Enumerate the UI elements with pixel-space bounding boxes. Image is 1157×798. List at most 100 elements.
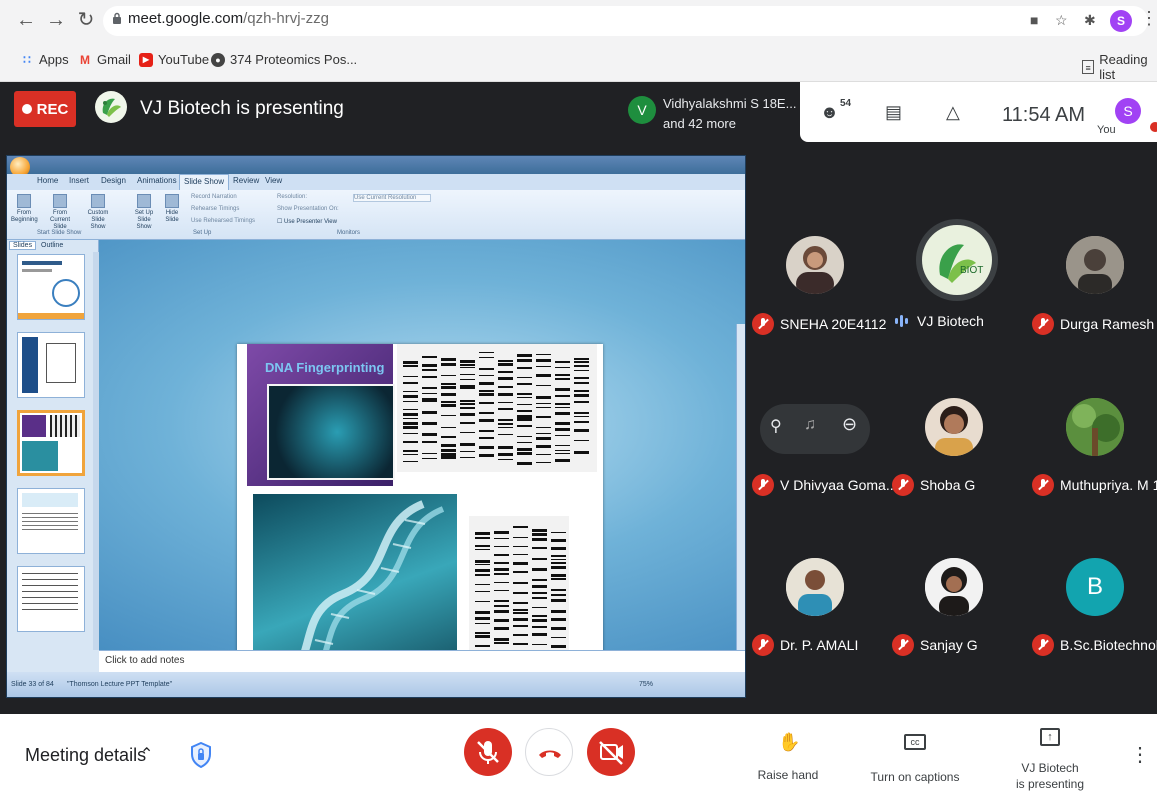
participant-count: 54 xyxy=(840,98,852,109)
host-controls-shield-icon[interactable] xyxy=(191,742,211,768)
bookmark-apps[interactable]: ∷ Apps xyxy=(20,52,68,67)
gel-band xyxy=(494,590,509,592)
gel-band xyxy=(494,568,509,572)
ppt-ribbon-tabs: Home Insert Design Animations Slide Show… xyxy=(7,174,745,190)
captions-label[interactable]: Turn on captions xyxy=(862,770,968,784)
gel-band xyxy=(517,418,532,422)
status-zoom: 75% xyxy=(639,681,654,688)
rb-rehearse: Rehearse Timings xyxy=(191,206,240,212)
gel-band xyxy=(551,593,566,596)
url-text[interactable]: meet.google.com/qzh-hrvj-zzg xyxy=(128,10,329,27)
reading-list-label: Reading list xyxy=(1099,52,1148,82)
gel-lane xyxy=(574,348,589,468)
camera-indicator-icon[interactable]: ■ xyxy=(1030,12,1038,28)
pin-icon[interactable]: ⚲ xyxy=(770,416,782,436)
gel-band xyxy=(475,536,490,539)
participant-tile-4[interactable]: V Dhivyaa Goma... xyxy=(752,474,898,496)
participant-tile-8[interactable]: Sanjay G xyxy=(892,634,978,656)
reading-list[interactable]: ≡ Reading list xyxy=(1082,52,1157,82)
chrome-menu-icon[interactable]: ⋮ xyxy=(1140,8,1157,29)
mute-participant-icon[interactable]: ♫ xyxy=(804,416,816,434)
gel-band xyxy=(441,386,456,390)
back-arrow-icon[interactable]: ← xyxy=(14,8,38,32)
gel-band xyxy=(517,396,532,398)
participant-tile-1[interactable]: SNEHA 20E4112 xyxy=(752,313,886,335)
presenter-logo xyxy=(95,91,127,123)
gel-band xyxy=(551,561,566,564)
activities-icon[interactable]: △ xyxy=(946,102,960,123)
gel-band xyxy=(475,631,490,634)
gel-lane xyxy=(517,348,532,468)
gel-band xyxy=(479,429,494,432)
profile-avatar[interactable]: S xyxy=(1110,10,1132,32)
gel-band xyxy=(532,626,547,629)
presenting-button[interactable]: VJ Biotech is presenting xyxy=(1008,760,1092,792)
gel-band xyxy=(403,412,418,416)
gel-band xyxy=(517,367,532,370)
gel-band xyxy=(441,435,456,438)
leave-call-button[interactable] xyxy=(525,728,573,776)
chat-icon[interactable]: ▤ xyxy=(885,102,902,123)
gel-band xyxy=(475,532,490,536)
gel-band xyxy=(513,554,528,556)
gel-band xyxy=(475,549,490,551)
participant-tile-6[interactable]: Muthupriya. M 1... xyxy=(1032,474,1157,496)
slides-panel-tabs: Slides Outline xyxy=(9,241,66,250)
participant-tile-5[interactable]: Shoba G xyxy=(892,474,975,496)
gel-band xyxy=(551,636,566,638)
gel-band xyxy=(517,409,532,412)
bookmark-gmail[interactable]: M Gmail xyxy=(78,52,131,67)
mic-off-icon xyxy=(1032,474,1054,496)
gel-band xyxy=(555,395,570,398)
gel-band xyxy=(479,374,494,376)
gel-band xyxy=(555,453,570,455)
person-photo-icon xyxy=(935,406,973,456)
chevron-up-icon[interactable]: ⌃ xyxy=(140,744,153,764)
gel-band xyxy=(551,538,566,542)
gel-band xyxy=(536,358,551,362)
more-options-icon[interactable]: ⋮ xyxy=(1130,742,1150,767)
gel-band xyxy=(551,558,566,560)
gel-band xyxy=(513,561,528,565)
slide-thumbnail-selected xyxy=(17,410,85,476)
reload-icon[interactable]: ↻ xyxy=(74,8,98,32)
gel-band xyxy=(403,364,418,367)
gel-band xyxy=(551,546,566,550)
mic-off-icon xyxy=(1032,313,1054,335)
bookmark-youtube[interactable]: ▶ YouTube xyxy=(139,52,209,67)
gel-band xyxy=(460,366,475,368)
gel-band xyxy=(494,572,509,575)
captions-icon[interactable]: cc xyxy=(904,734,926,750)
gel-band xyxy=(513,633,528,636)
people-icon[interactable]: ☻ xyxy=(820,102,839,123)
ppt-tab-design: Design xyxy=(101,176,126,185)
url-domain: meet.google.com xyxy=(128,10,244,27)
gel-band xyxy=(517,435,532,437)
participant-tile-2[interactable]: VJ Biotech xyxy=(895,313,984,329)
gel-band xyxy=(475,623,490,625)
status-slide-number: Slide 33 of 84 xyxy=(11,681,54,688)
raise-hand-label[interactable]: Raise hand xyxy=(746,768,830,782)
participant-tile-7[interactable]: Dr. P. AMALI xyxy=(752,634,858,656)
extensions-icon[interactable]: ✱ xyxy=(1084,12,1096,29)
participant-tile-3[interactable]: Durga Ramesh xyxy=(1032,313,1154,335)
spotlight-participants[interactable]: Vidhyalakshmi S 18E... and 42 more xyxy=(663,94,796,134)
present-screen-icon[interactable]: ↑ xyxy=(1040,728,1060,746)
participant-tile-9[interactable]: B.Sc.Biotechnol... xyxy=(1032,634,1157,656)
forward-arrow-icon[interactable]: → xyxy=(44,8,68,32)
gel-band xyxy=(460,406,475,409)
gel-band xyxy=(403,375,418,377)
self-avatar[interactable]: S xyxy=(1115,98,1141,124)
bookmark-proteomics[interactable]: ● 374 Proteomics Pos... xyxy=(211,52,357,67)
remove-icon[interactable]: ⊖ xyxy=(842,414,857,435)
raise-hand-icon[interactable]: ✋ xyxy=(778,732,800,753)
camera-toggle-button[interactable] xyxy=(587,728,635,776)
microphone-toggle-button[interactable] xyxy=(464,728,512,776)
bookmark-label: Gmail xyxy=(97,52,131,67)
mic-off-icon xyxy=(752,634,774,656)
meeting-details-button[interactable]: Meeting details xyxy=(25,745,146,766)
gel-band xyxy=(517,425,532,427)
star-icon[interactable]: ☆ xyxy=(1055,12,1068,29)
gel-band xyxy=(517,461,532,465)
participant-avatar xyxy=(1066,398,1124,456)
